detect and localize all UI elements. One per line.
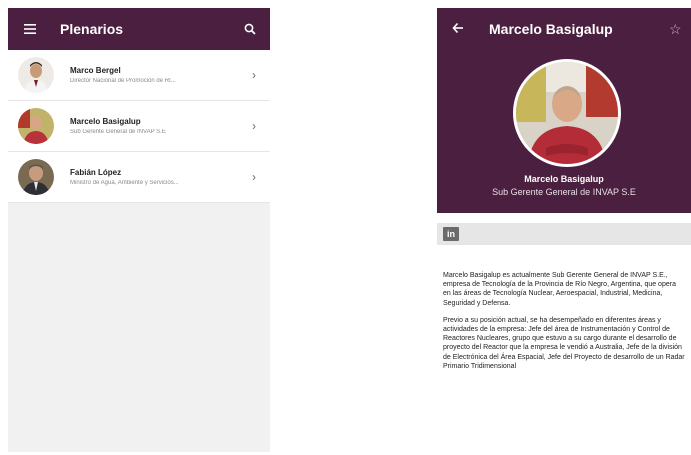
speaker-name: Marcelo Basigalup <box>70 117 141 126</box>
chevron-right-icon: › <box>252 170 256 184</box>
speaker-detail-screen: Marcelo Basigalup ☆ Marcelo Basigalup Su… <box>437 8 691 455</box>
speaker-name: Marco Bergel <box>70 66 121 75</box>
avatar <box>18 57 54 93</box>
app-bar: Marcelo Basigalup ☆ <box>437 8 691 50</box>
app-bar: Plenarios <box>8 8 270 50</box>
list-item[interactable]: Marcelo Basigalup Sub Gerente General de… <box>8 101 270 152</box>
speaker-role: Sub Gerente General de INVAP S.E <box>70 129 166 135</box>
bio-paragraph: Marcelo Basigalup es actualmente Sub Ger… <box>443 272 676 307</box>
speaker-name: Fabián López <box>70 168 122 177</box>
page-title: Plenarios <box>60 21 124 37</box>
social-bar: in <box>437 223 691 245</box>
profile-role: Sub Gerente General de INVAP S.E <box>492 187 636 197</box>
page-title: Marcelo Basigalup <box>489 21 613 37</box>
search-icon[interactable] <box>236 23 264 35</box>
profile-photo <box>513 59 621 167</box>
avatar <box>18 108 54 144</box>
back-arrow-icon[interactable] <box>445 21 471 37</box>
chevron-right-icon: › <box>252 119 256 133</box>
profile-name: Marcelo Basigalup <box>524 174 604 184</box>
speaker-role: Director Nacional de Promoción de RI... <box>70 78 176 84</box>
canvas: Plenarios Marco Bergel Director Nacional… <box>0 0 691 455</box>
hamburger-menu-icon[interactable] <box>16 8 44 50</box>
list-item[interactable]: Marco Bergel Director Nacional de Promoc… <box>8 50 270 101</box>
plenarios-screen: Plenarios Marco Bergel Director Nacional… <box>8 8 270 452</box>
chevron-right-icon: › <box>252 68 256 82</box>
star-icon[interactable]: ☆ <box>669 21 691 38</box>
profile-header: Marcelo Basigalup Sub Gerente General de… <box>437 50 691 213</box>
avatar <box>18 159 54 195</box>
speaker-role: Ministro de Agua, Ambiente y Servicios..… <box>70 180 179 186</box>
linkedin-icon[interactable]: in <box>443 227 459 241</box>
bio-paragraph: Previo a su posición actual, se ha desem… <box>443 316 685 370</box>
list-item[interactable]: Fabián López Ministro de Agua, Ambiente … <box>8 152 270 203</box>
speaker-list: Marco Bergel Director Nacional de Promoc… <box>8 50 270 203</box>
biography: Marcelo Basigalup es actualmente Sub Ger… <box>437 271 691 371</box>
